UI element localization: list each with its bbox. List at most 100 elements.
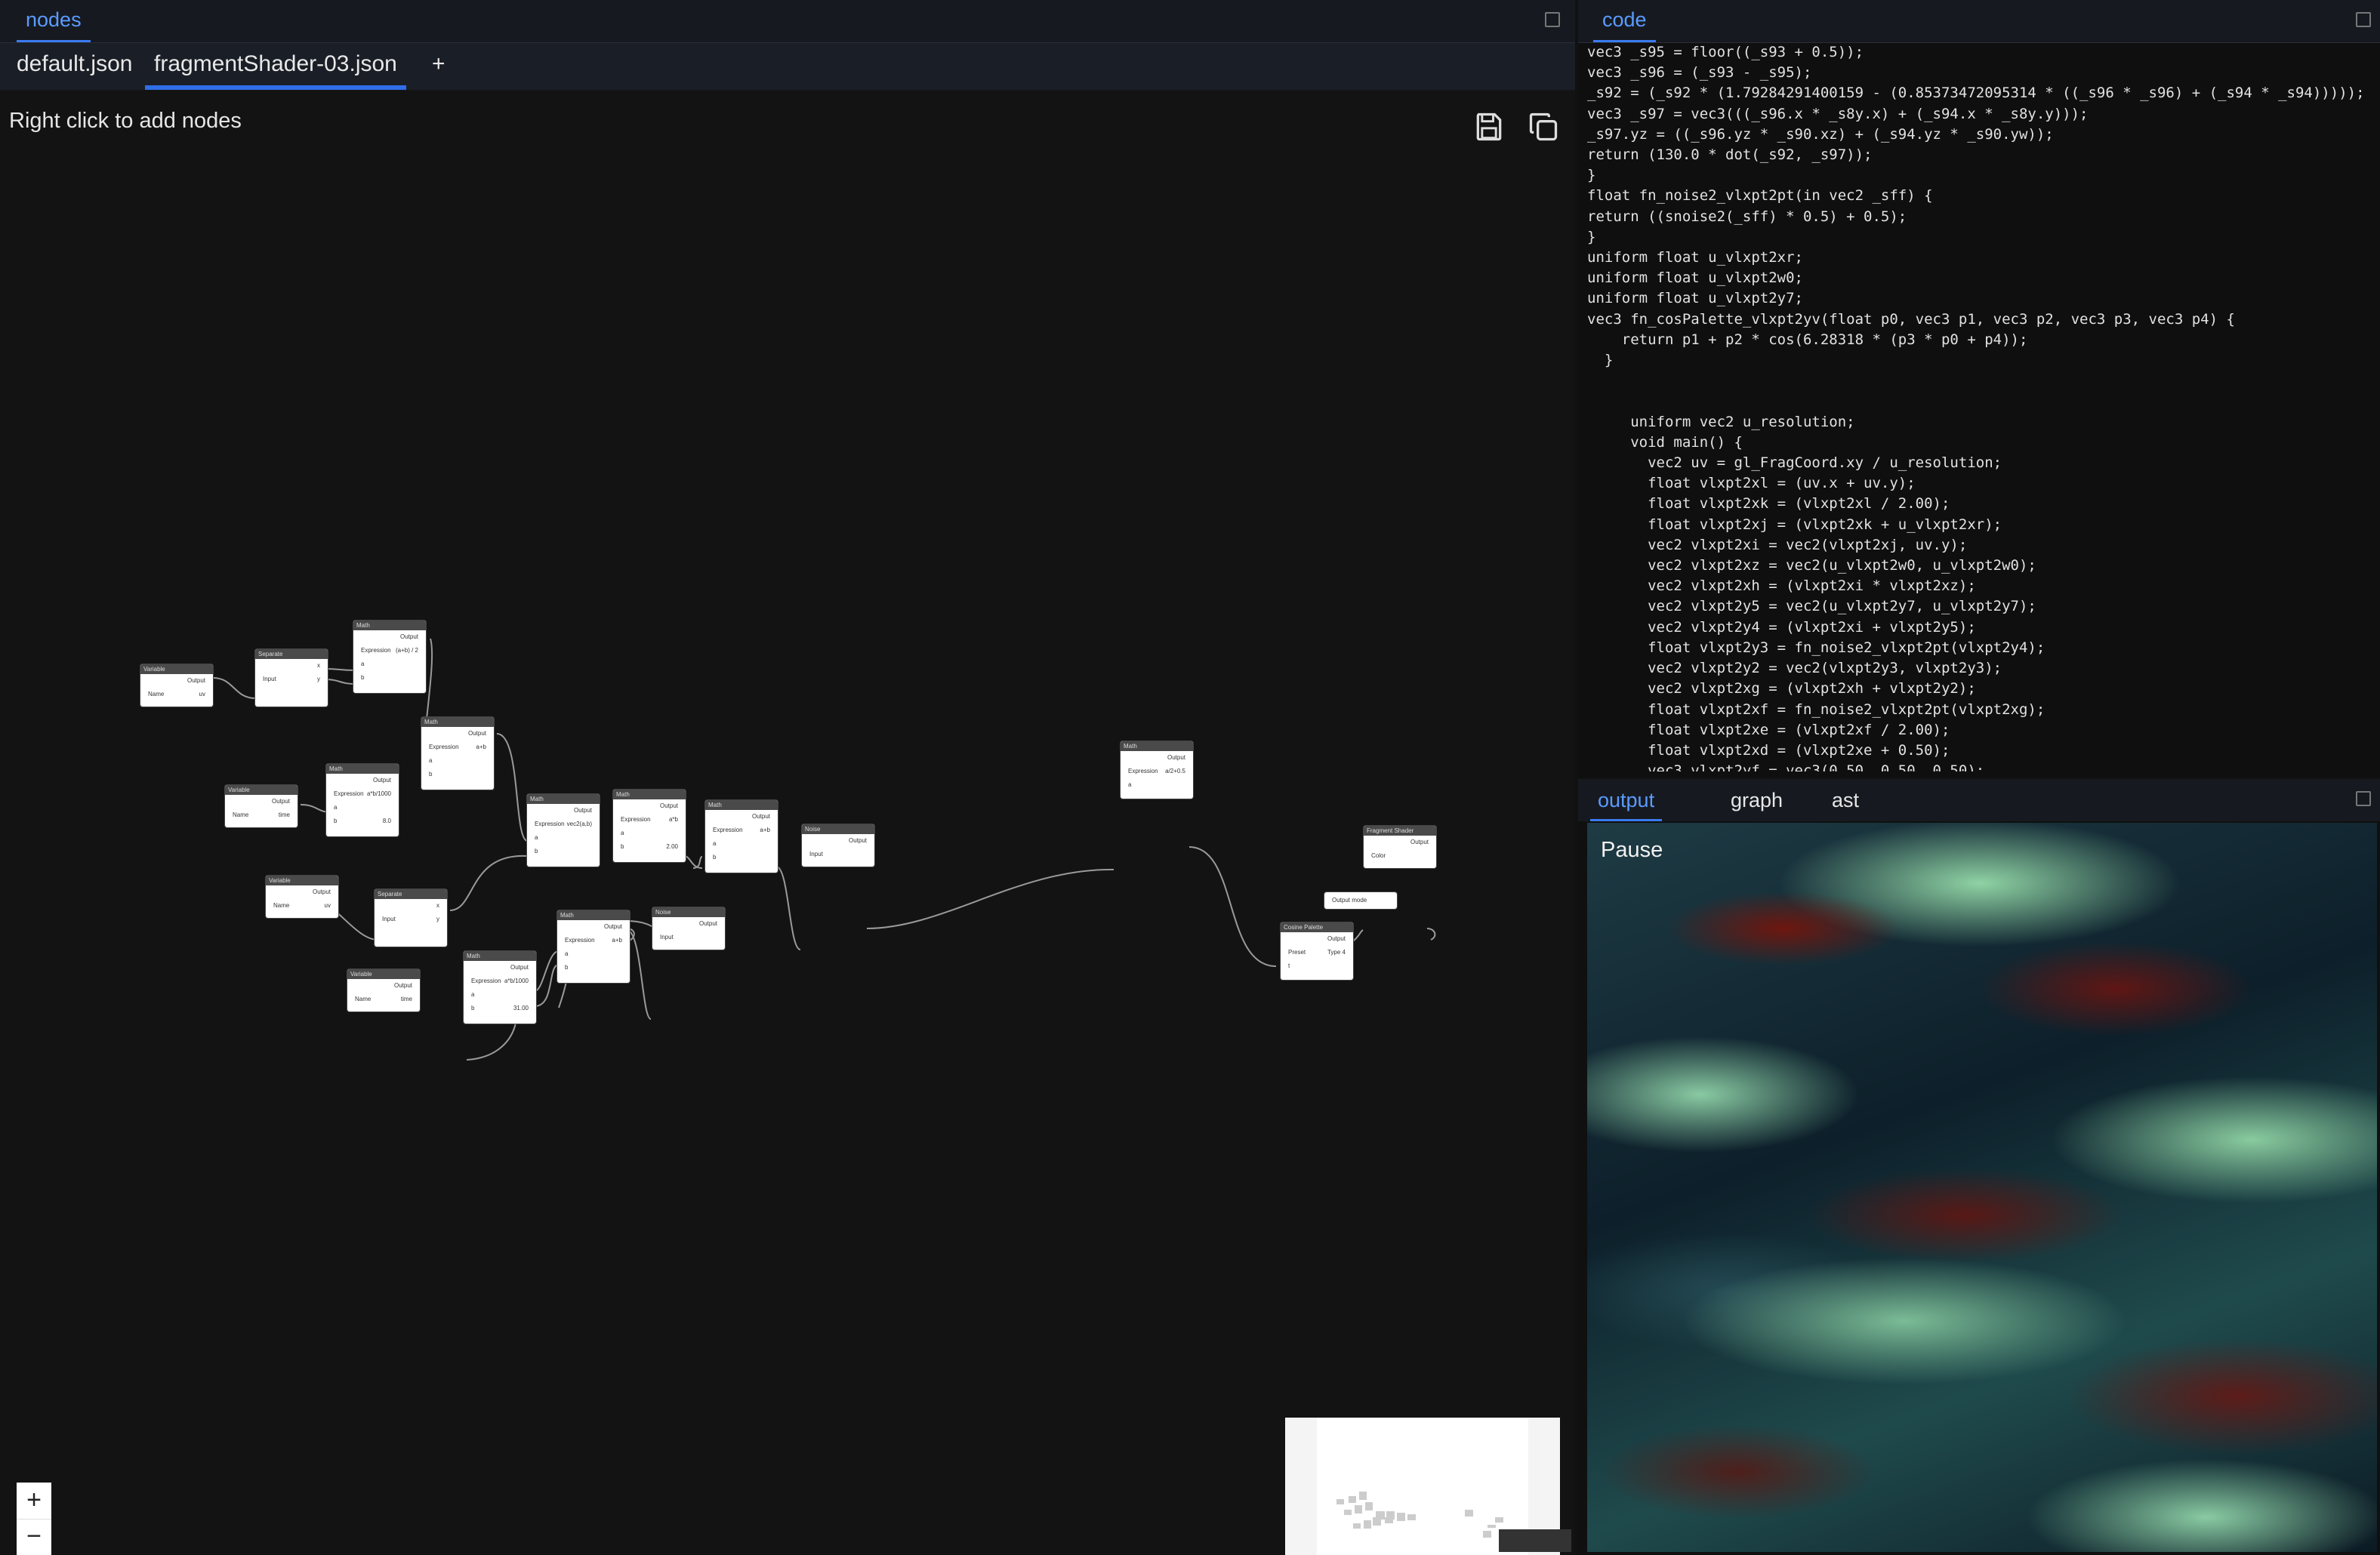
code-line: float fn_noise2_vlxpt2pt(in vec2 _sff) {	[1587, 187, 1933, 205]
node-output-mode[interactable]: Output mode	[1324, 892, 1397, 909]
minimap-node	[1397, 1513, 1405, 1521]
node-variable-uv[interactable]: Variable Output Name uv	[140, 664, 213, 707]
node-title: Math	[527, 794, 600, 804]
output-panel: output graph ast Pause	[1578, 779, 2380, 1555]
node-row-label: b	[535, 848, 538, 854]
node-row-value: a*b	[668, 816, 678, 823]
node-title: Math	[464, 951, 536, 961]
node-row-label: Expression	[471, 978, 501, 984]
node-row-label: b	[471, 1005, 475, 1012]
node-fragment-shader[interactable]: Fragment Shader Output Color	[1364, 826, 1436, 868]
node-row-label: Expression	[1128, 768, 1158, 774]
node-title: Math	[421, 717, 494, 727]
node-cosine-palette[interactable]: Cosine Palette Output Preset Type 4 t	[1281, 922, 1353, 980]
node-variable-time-2[interactable]: Variable Output Name time	[347, 969, 420, 1012]
maximize-icon[interactable]	[2356, 12, 2371, 27]
node-title: Noise	[802, 824, 874, 834]
node-title: Math	[1121, 741, 1193, 751]
node-math-add-2[interactable]: Math Output Expression a+b a b	[705, 800, 778, 873]
node-row-value: Output	[312, 888, 331, 895]
minimap-node	[1385, 1517, 1393, 1523]
node-math-scale-time-2[interactable]: Math Output Expression a*b/1000 a b 31.00	[464, 951, 536, 1024]
node-row-label: a	[1128, 781, 1132, 788]
node-row-value: x	[317, 662, 320, 669]
minimap-node	[1349, 1496, 1356, 1503]
add-tab-button[interactable]: +	[423, 43, 455, 90]
node-variable-uv-2[interactable]: Variable Output Name uv	[266, 876, 338, 918]
node-row-label: a	[429, 757, 433, 764]
zoom-out-button[interactable]: −	[17, 1519, 51, 1555]
node-row-label: Name	[233, 811, 249, 818]
node-canvas[interactable]: Right click to add nodes Variable Output…	[0, 91, 1575, 1555]
node-row-value: Output	[573, 807, 592, 814]
shader-preview[interactable]: Pause	[1587, 823, 2377, 1552]
node-row-label: Expression	[535, 821, 565, 827]
minimap-node	[1344, 1510, 1352, 1515]
code-line: vec2 vlxpt2xh = (vlxpt2xi * vlxpt2xz);	[1587, 577, 1976, 595]
node-row-label: b	[621, 843, 624, 850]
node-row-value: Output	[603, 923, 622, 930]
node-row-value: 2.00	[666, 843, 678, 850]
node-math-scale-time[interactable]: Math Output Expression a*b/1000 a b 8.0	[326, 764, 399, 836]
zoom-in-button[interactable]: +	[17, 1483, 51, 1520]
output-tabs: output graph ast	[1578, 779, 2380, 821]
node-math-vec2[interactable]: Math Output Expression vec2(a,b) a b	[527, 794, 600, 867]
node-row-label: Expression	[621, 816, 651, 823]
file-tab-default[interactable]: default.json	[8, 43, 141, 90]
node-math-add-3[interactable]: Math Output Expression a+b a b	[557, 910, 630, 983]
maximize-icon[interactable]	[1545, 12, 1560, 27]
code-line: float vlxpt2xk = (vlxpt2xl / 2.00);	[1587, 495, 1950, 513]
node-title: Math	[613, 790, 686, 799]
tab-graph[interactable]: graph	[1723, 779, 1790, 821]
pause-button[interactable]: Pause	[1601, 838, 1663, 863]
node-row-label: Input	[809, 851, 823, 858]
maximize-icon[interactable]	[2356, 791, 2371, 806]
tab-output[interactable]: output	[1590, 779, 1663, 821]
code-line: uniform float u_vlxpt2y7;	[1587, 290, 1803, 307]
code-editor[interactable]: vec3 _s95 = floor((_s93 + 0.5)); vec3 _s9…	[1587, 42, 2374, 771]
code-line: float vlxpt2xl = (uv.x + uv.y);	[1587, 475, 1916, 492]
node-title: Variable	[347, 969, 420, 979]
node-row-value: Output	[698, 920, 717, 927]
file-tab-fragmentshader[interactable]: fragmentShader-03.json	[145, 43, 406, 90]
node-separate[interactable]: Separate x Input y	[255, 649, 328, 707]
tab-nodes[interactable]: nodes	[17, 0, 91, 42]
node-row-value: y	[436, 916, 439, 922]
code-line: float vlxpt2xe = (vlxpt2xf / 2.00);	[1587, 721, 1950, 738]
node-math-remap[interactable]: Math Output Expression a/2+0.5 a	[1121, 741, 1193, 799]
node-row-label: Color	[1371, 852, 1386, 859]
minimap-node	[1488, 1525, 1496, 1528]
code-line: }	[1587, 167, 1596, 184]
minimap-node	[1465, 1510, 1473, 1517]
code-line: float vlxpt2xj = (vlxpt2xk + u_vlxpt2xr)…	[1587, 516, 2002, 533]
node-separate-2[interactable]: Separate x Input y	[375, 889, 447, 947]
nodes-panel: nodes default.json fragmentShader-03.jso…	[0, 0, 1575, 1555]
react-flow-attribution	[1499, 1529, 1571, 1552]
node-row-value: Output	[1327, 935, 1346, 942]
tab-code[interactable]: code	[1593, 0, 1656, 42]
node-row-value: Output	[1167, 754, 1185, 761]
node-math-average[interactable]: Math Output Expression (a+b) / 2 a b	[353, 620, 426, 693]
node-row-value: x	[436, 902, 439, 909]
node-row-label: Output mode	[1332, 897, 1367, 904]
node-row-value: Output	[510, 964, 529, 971]
zoom-controls: + −	[17, 1483, 51, 1555]
node-row-value: time	[278, 811, 290, 818]
node-row-value: a+b	[476, 744, 486, 750]
minimap-viewport[interactable]	[1317, 1418, 1528, 1555]
minimap-node	[1407, 1514, 1416, 1520]
node-math-multiply[interactable]: Math Output Expression a*b a b 2.00	[613, 790, 686, 862]
node-noise[interactable]: Noise Output Input	[802, 824, 874, 867]
node-title: Cosine Palette	[1281, 922, 1353, 932]
node-noise-2[interactable]: Noise Output Input	[652, 907, 725, 950]
code-line: vec2 uv = gl_FragCoord.xy / u_resolution…	[1587, 454, 2002, 472]
node-row-label: b	[334, 818, 338, 824]
tab-ast[interactable]: ast	[1824, 779, 1867, 821]
node-title: Math	[326, 764, 399, 774]
node-math-add[interactable]: Math Output Expression a+b a b	[421, 717, 494, 790]
node-row-value: Type 4	[1327, 949, 1346, 956]
node-row-label: a	[334, 804, 338, 811]
node-variable-time[interactable]: Variable Output Name time	[225, 785, 298, 827]
